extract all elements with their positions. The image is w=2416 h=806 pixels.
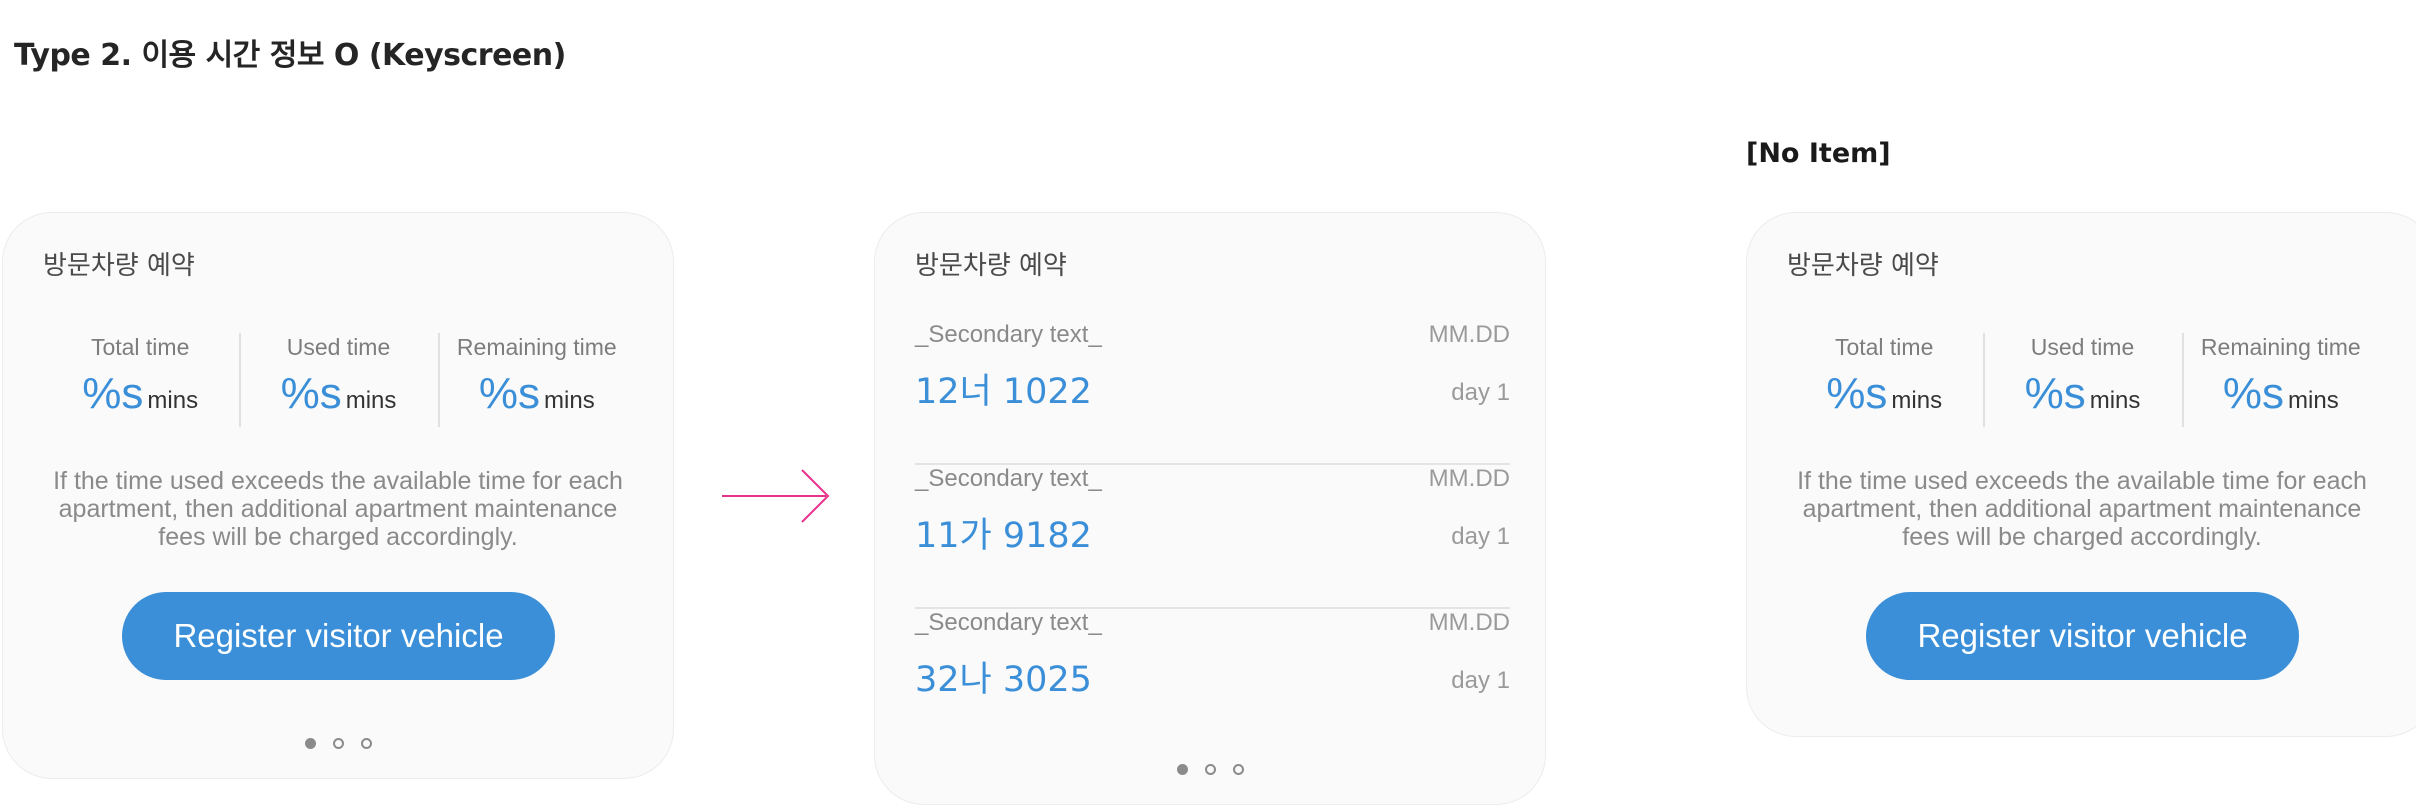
stat-label: Remaining time [456,334,617,360]
reservation-day: day 1 [1451,667,1510,694]
stat-unit: mins [147,387,199,414]
reservation-date: MM.DD [1428,465,1510,492]
license-plate: 11가 9182 [915,516,1092,556]
stat-unit: mins [2089,387,2141,414]
secondary-text: _Secondary text_ [915,465,1102,492]
stat-total-time: Total time %s mins [1785,333,1983,429]
reservation-day: day 1 [1451,523,1510,550]
notice-text: If the time used exceeds the available t… [1797,467,2367,551]
page-dot[interactable] [1204,764,1216,775]
stat-unit: mins [1891,387,1943,414]
stat-value: %s [2024,369,2086,418]
register-visitor-vehicle-button[interactable]: Register visitor vehicle [122,592,555,680]
stat-value: %s [82,369,144,418]
stat-label: Used time [2030,334,2135,360]
page-dot-active[interactable] [304,738,316,749]
stat-total-time: Total time %s mins [41,333,239,429]
stat-value: %s [2222,369,2285,418]
stat-unit: mins [544,387,595,414]
card-title: 방문차량 예약 [43,251,195,281]
page-dot[interactable] [360,738,372,749]
reservation-date: MM.DD [1428,609,1510,636]
page-indicator [875,764,1545,775]
stat-label: Used time [286,334,391,360]
list-item[interactable]: _Secondary text_ MM.DD 11가 9182 day 1 [915,465,1510,609]
stat-used-time: Used time %s mins [239,333,437,429]
page-title: Type 2. 이용 시간 정보 O (Keyscreen) [14,38,566,73]
stat-unit: mins [2288,387,2339,414]
reservation-date: MM.DD [1428,321,1510,348]
time-stats: Total time %s mins Used time %s mins Remai… [1785,333,2380,429]
list-item[interactable]: _Secondary text_ MM.DD 32나 3025 day 1 [915,609,1510,751]
stat-unit: mins [345,387,397,414]
page-dot[interactable] [332,738,344,749]
license-plate: 12너 1022 [915,372,1092,412]
no-item-label: [No Item] [1746,138,1891,169]
stat-value: %s [1826,369,1888,418]
page-indicator [3,738,673,749]
reservation-list: _Secondary text_ MM.DD 12너 1022 day 1 _S… [915,321,1510,751]
license-plate: 32나 3025 [915,660,1092,700]
visitor-parking-card-left: 방문차량 예약 Total time %s mins Used time %s mi… [2,212,674,779]
reservation-day: day 1 [1451,379,1510,406]
stat-label: Total time [90,334,190,360]
secondary-text: _Secondary text_ [915,609,1102,636]
visitor-parking-card-no-item: 방문차량 예약 Total time %s mins Used time %s mi… [1746,212,2416,737]
arrow-right-icon [722,469,830,523]
card-title: 방문차량 예약 [915,251,1067,281]
card-title: 방문차량 예약 [1787,251,1939,281]
stat-label: Total time [1834,334,1934,360]
secondary-text: _Secondary text_ [915,321,1102,348]
list-item[interactable]: _Secondary text_ MM.DD 12너 1022 day 1 [915,321,1510,465]
stat-used-time: Used time %s mins [1983,333,2181,429]
time-stats: Total time %s mins Used time %s mins Remai… [41,333,636,429]
stat-value: %s [280,369,342,418]
stat-label: Remaining time [2200,334,2361,360]
stat-remaining-time: Remaining time %s mins [2181,333,2380,429]
stat-value: %s [478,369,541,418]
stat-remaining-time: Remaining time %s mins [437,333,636,429]
page-dot-active[interactable] [1176,764,1188,775]
visitor-parking-card-middle: 방문차량 예약 _Secondary text_ MM.DD 12너 1022 … [874,212,1546,805]
register-visitor-vehicle-button[interactable]: Register visitor vehicle [1866,592,2299,680]
notice-text: If the time used exceeds the available t… [53,467,623,551]
page-dot[interactable] [1232,764,1244,775]
